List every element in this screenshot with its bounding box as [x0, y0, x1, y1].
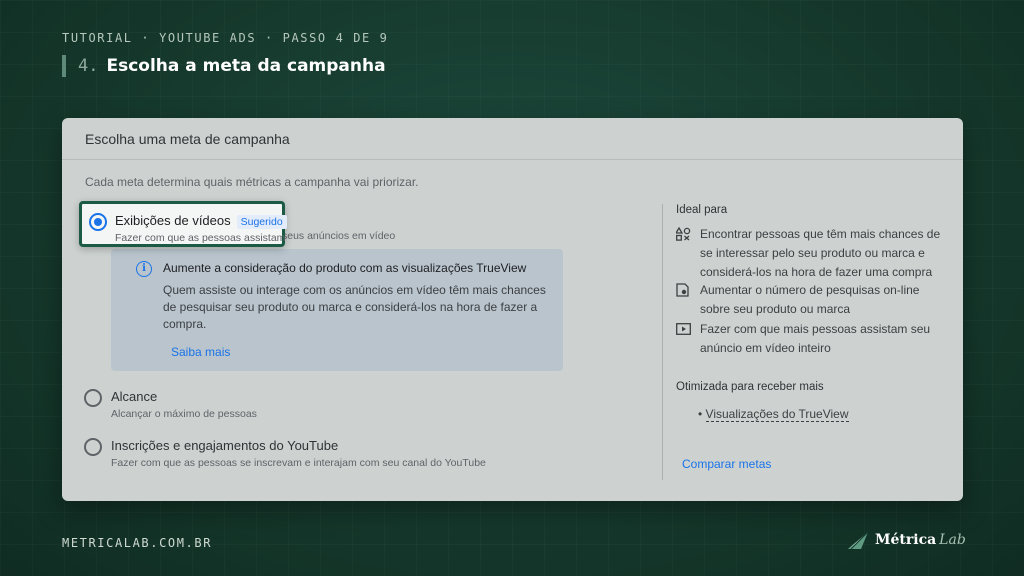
info-icon: i	[136, 261, 152, 277]
footer-url: METRICALAB.COM.BR	[62, 536, 213, 550]
brand-sub: Lab	[939, 532, 966, 548]
suggested-badge: Sugerido	[236, 215, 287, 229]
option-reach-label: Alcance	[111, 389, 158, 404]
radio-video-views[interactable]	[89, 213, 107, 231]
option-label: Exibições de vídeos Sugerido	[115, 213, 287, 229]
radio-reach[interactable]	[84, 389, 102, 407]
card-subtitle: Cada meta determina quais métricas a cam…	[85, 175, 419, 189]
campaign-goal-card: Escolha uma meta de campanha Cada meta d…	[62, 118, 963, 501]
video-icon	[676, 322, 691, 336]
brand-mark-icon	[848, 531, 869, 550]
ideal-for-heading: Ideal para	[676, 204, 728, 216]
benefit-item: Aumentar o número de pesquisas on-line s…	[676, 281, 946, 321]
radio-subscriptions[interactable]	[84, 438, 102, 456]
trueview-views-term[interactable]: Visualizações do TrueView	[705, 407, 849, 422]
optimized-heading: Otimizada para receber mais	[676, 381, 824, 393]
optimized-list-item: • Visualizações do TrueView	[698, 407, 849, 422]
option-description: Fazer com que as pessoas assistam	[115, 232, 286, 244]
category-icon	[674, 226, 691, 241]
option-reach-description: Alcançar o máximo de pessoas	[111, 408, 257, 420]
search-doc-icon	[676, 283, 691, 297]
option-video-views[interactable]: Exibições de vídeos Sugerido Fazer com qu…	[79, 201, 287, 247]
option-video-views-label: Exibições de vídeos	[115, 213, 231, 228]
info-body: Quem assiste ou interage com os anúncios…	[163, 283, 546, 331]
card-header: Escolha uma meta de campanha	[62, 118, 963, 160]
benefit-item: Fazer com que mais pessoas assistam seu …	[676, 320, 946, 360]
info-title: Aumente a consideração do produto com as…	[163, 261, 527, 275]
benefit-item: Encontrar pessoas que têm mais chances d…	[674, 225, 946, 283]
step-accent-bar	[62, 55, 66, 77]
step-title: Escolha a meta da campanha	[106, 56, 386, 76]
benefit-text: Encontrar pessoas que têm mais chances d…	[700, 227, 941, 279]
column-divider	[662, 204, 663, 480]
step-number: 4.	[78, 56, 99, 76]
compare-goals-link[interactable]: Comparar metas	[682, 457, 771, 471]
trueview-info-box: i Aumente a consideração do produto com …	[111, 249, 563, 371]
slide-eyebrow: TUTORIAL · YOUTUBE ADS · PASSO 4 DE 9	[62, 31, 389, 45]
benefit-text: Fazer com que mais pessoas assistam seu …	[700, 322, 931, 355]
step-heading: 4. Escolha a meta da campanha	[62, 54, 386, 78]
option-description-tail: seus anúncios em vídeo	[282, 230, 396, 242]
learn-more-link[interactable]: Saiba mais	[171, 345, 230, 359]
option-subscriptions-description: Fazer com que as pessoas se inscrevam e …	[111, 457, 486, 469]
brand-logo: Métrica Lab	[847, 529, 966, 551]
option-subscriptions-label: Inscrições e engajamentos do YouTube	[111, 438, 339, 453]
brand-name: Métrica	[875, 532, 937, 548]
benefit-text: Aumentar o número de pesquisas on-line s…	[700, 283, 920, 316]
